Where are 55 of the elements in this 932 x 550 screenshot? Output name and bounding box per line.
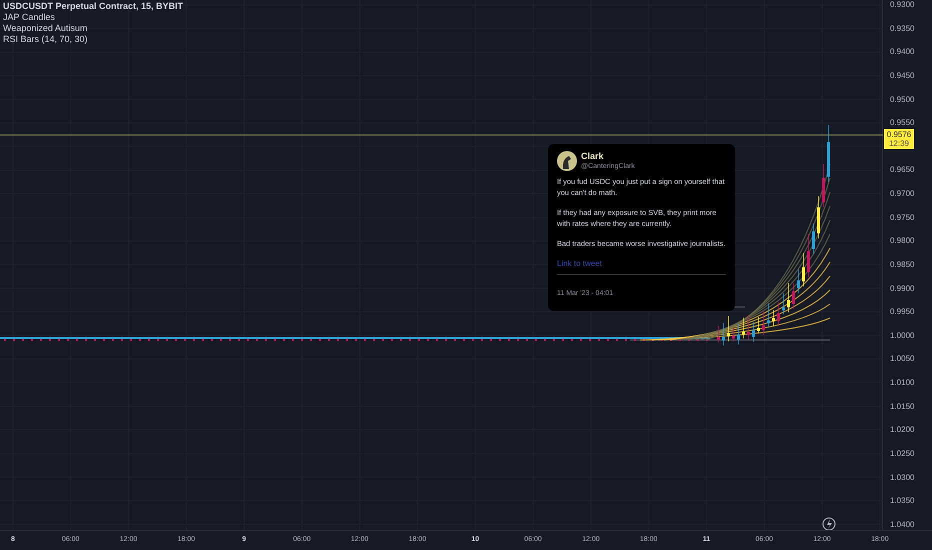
- candle: [802, 252, 805, 287]
- price-label: 0.9500: [890, 94, 916, 104]
- price-label: 0.9750: [890, 212, 916, 223]
- author-name: Clark: [581, 151, 605, 162]
- price-label: 1.0250: [890, 448, 916, 459]
- price-label: 0.9350: [890, 24, 916, 34]
- candle: [757, 316, 760, 334]
- price-label: 0.9400: [890, 47, 916, 58]
- candle: [737, 323, 740, 346]
- price-label: 1.0050: [890, 354, 916, 364]
- price-label: 1.0000: [890, 330, 916, 341]
- price-label: 1.0300: [890, 472, 916, 482]
- candle: [787, 282, 790, 313]
- candle: [792, 282, 795, 310]
- candle: [727, 316, 730, 342]
- candle: [777, 302, 780, 327]
- candle: [807, 234, 810, 278]
- price-label: 1.0350: [890, 496, 916, 506]
- price-label: 0.9800: [890, 236, 916, 246]
- candle: [782, 292, 785, 315]
- indicator-label: RSI Bars (14, 70, 30): [3, 34, 89, 45]
- bar-countdown: 12:39: [888, 139, 910, 148]
- price-label: 0.9700: [890, 189, 916, 199]
- candle: [767, 302, 770, 328]
- avatar: [557, 151, 577, 171]
- price-label: 1.0200: [890, 425, 916, 436]
- chart-title: USDCUSDT Perpetual Contract, 15, BYBIT: [3, 1, 184, 12]
- price-label: 0.9300: [890, 0, 916, 10]
- candle: [717, 326, 720, 344]
- candle: [772, 310, 775, 327]
- candle: [752, 322, 755, 342]
- current-price: 0.9576: [886, 130, 912, 139]
- price-label: 1.0400: [890, 520, 916, 530]
- candle: [812, 222, 815, 255]
- price-label: 0.9550: [890, 118, 916, 128]
- price-label: 0.9450: [890, 70, 916, 81]
- candle: [797, 268, 800, 294]
- tweet-link[interactable]: Link to tweet: [557, 258, 726, 269]
- price-label: 0.9900: [890, 284, 916, 294]
- price-label: 1.0100: [890, 378, 916, 388]
- candle: [747, 314, 750, 340]
- candle: [742, 317, 745, 339]
- price-label: 1.0150: [890, 402, 916, 412]
- candle: [817, 196, 820, 239]
- candle: [732, 327, 735, 342]
- price-label: 0.9950: [890, 307, 916, 318]
- candle: [827, 124, 830, 182]
- flash-icon[interactable]: [822, 518, 836, 530]
- candle: [762, 310, 765, 336]
- price-label: 0.9850: [890, 260, 916, 270]
- price-label: 0.9650: [890, 165, 916, 176]
- indicator-label: Weaponized Autisum: [3, 23, 88, 34]
- indicator-label: JAP Candles: [3, 12, 56, 23]
- candle: [822, 163, 825, 208]
- candle: [722, 322, 725, 346]
